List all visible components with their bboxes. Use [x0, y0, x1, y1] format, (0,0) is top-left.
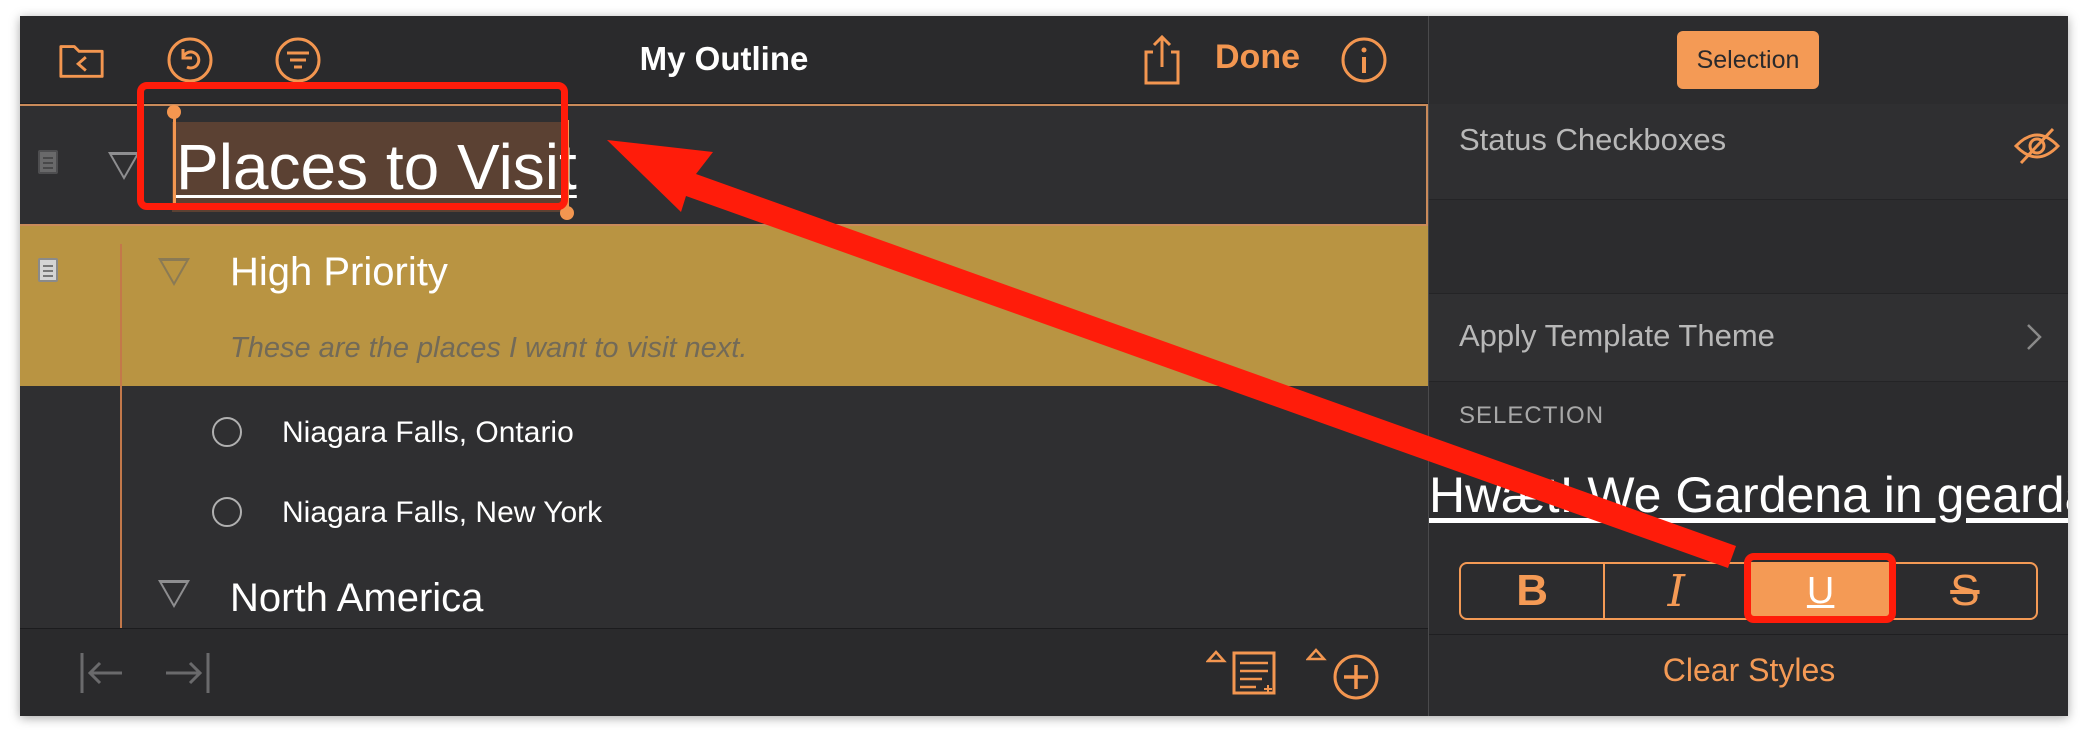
status-checkbox[interactable] [212, 497, 242, 527]
outline-row-high-priority[interactable]: High Priority These are the places I wan… [20, 226, 1428, 386]
share-icon[interactable] [1138, 34, 1186, 85]
style-sample-text: Hwæt! We Gardena in geardagum [1429, 467, 2068, 523]
status-checkbox[interactable] [212, 417, 242, 447]
row-label[interactable]: North America [230, 576, 483, 621]
note-icon[interactable] [38, 258, 58, 282]
folder-back-icon[interactable] [58, 36, 106, 84]
outline-row-new-york[interactable]: Niagara Falls, New York [20, 466, 1428, 546]
apply-template-theme-label: Apply Template Theme [1459, 318, 1775, 353]
row-label[interactable]: Niagara Falls, New York [282, 496, 602, 530]
done-button[interactable]: Done [1215, 38, 1300, 77]
disclosure-triangle-icon[interactable] [158, 580, 190, 608]
annotation-highlight-title [137, 82, 568, 210]
eye-hidden-icon[interactable] [2013, 126, 2061, 171]
row-label[interactable]: High Priority [230, 250, 448, 295]
undo-icon[interactable] [166, 36, 214, 84]
clear-styles-button[interactable]: Clear Styles [1429, 652, 2068, 689]
disclosure-triangle-icon[interactable] [158, 258, 190, 286]
info-icon[interactable] [1340, 36, 1388, 84]
add-note-icon[interactable] [1205, 649, 1286, 704]
bottom-toolbar [20, 628, 1428, 716]
style-sample-preview: Hwæt! We Gardena in geardagum [1429, 446, 2068, 536]
selection-tab-button[interactable]: Selection [1677, 31, 1819, 89]
add-row-icon[interactable] [1305, 647, 1386, 706]
strikethrough-button[interactable]: S [1894, 564, 2036, 618]
status-checkboxes-label: Status Checkboxes [1459, 122, 1727, 157]
indent-icon[interactable] [162, 651, 212, 700]
status-checkboxes-cell[interactable]: Status Checkboxes [1429, 104, 2068, 200]
note-icon [38, 150, 58, 174]
filter-icon[interactable] [274, 36, 322, 84]
outdent-icon[interactable] [78, 651, 128, 700]
row-label[interactable]: Niagara Falls, Ontario [282, 416, 574, 450]
row-note[interactable]: These are the places I want to visit nex… [230, 332, 747, 365]
bold-button[interactable]: B [1461, 564, 1606, 618]
chevron-right-icon [2025, 322, 2043, 357]
annotation-highlight-underline [1744, 553, 1896, 623]
italic-button[interactable]: I [1605, 564, 1750, 618]
disclosure-triangle-icon[interactable] [108, 152, 140, 180]
spacer-cell [1429, 200, 2068, 294]
outline-row-ontario[interactable]: Niagara Falls, Ontario [20, 386, 1428, 466]
apply-template-theme-cell[interactable]: Apply Template Theme [1429, 294, 2068, 382]
divider [1429, 634, 2068, 635]
outline-row-north-america[interactable]: North America [20, 546, 1428, 628]
section-header-selection: SELECTION [1459, 402, 1605, 429]
